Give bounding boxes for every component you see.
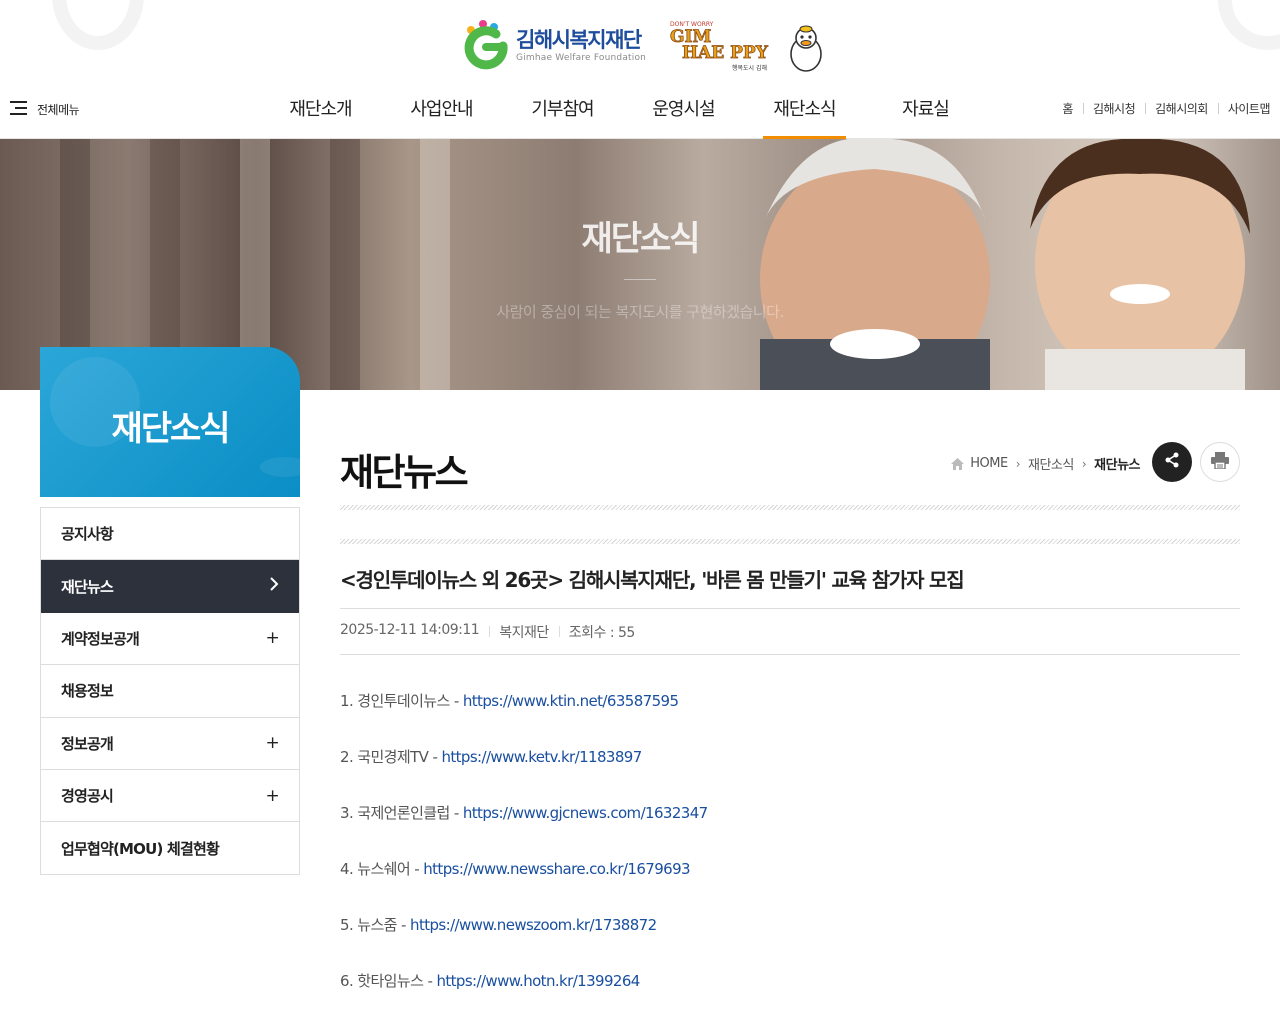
duck-mascot-icon [790, 25, 822, 72]
brand-main-text-2: HAE PPY [682, 43, 769, 63]
hatch-divider [340, 539, 1240, 544]
gnb-item-donation[interactable]: 기부참여 [502, 90, 623, 139]
list-item: 5. 뉴스줌 - https://www.newszoom.kr/1738872 [340, 914, 708, 970]
share-icon [1164, 452, 1180, 472]
share-button[interactable] [1152, 442, 1192, 482]
divider [340, 654, 1240, 655]
site-header: 김해시복지재단 Gimhae Welfare Foundation DON'T … [0, 0, 1280, 139]
news-outlet: 6. 핫타임뉴스 - [340, 972, 437, 990]
side-menu-label: 계약정보공개 [61, 629, 140, 648]
chevron-right-icon: › [1015, 456, 1021, 471]
side-navigation: 재단소식 공지사항 재단뉴스 계약정보공개 + 채용정보 정보공개 + 경영공시 + … [40, 347, 300, 875]
news-outlet: 2. 국민경제TV - [340, 748, 442, 766]
breadcrumb: HOME › 재단소식 › 재단뉴스 [951, 454, 1140, 473]
side-menu-label: 공지사항 [61, 525, 114, 544]
all-menu-button[interactable]: 전체메뉴 [10, 100, 80, 119]
util-cityhall-link[interactable]: 김해시청 [1082, 100, 1145, 117]
util-home-link[interactable]: 홈 [1052, 100, 1083, 117]
news-link[interactable]: https://www.ketv.kr/1183897 [441, 748, 642, 766]
print-button[interactable] [1200, 442, 1240, 482]
banner-subtitle: 사람이 중심이 되는 복지도시를 구현하겠습니다. [496, 303, 784, 321]
banner-divider [624, 279, 656, 280]
divider [340, 608, 1240, 609]
side-menu-disclosure[interactable]: 정보공개 + [41, 717, 299, 770]
news-outlet: 3. 국제언론인클럽 - [340, 804, 463, 822]
side-menu-label: 정보공개 [61, 734, 114, 753]
list-item: 4. 뉴스쉐어 - https://www.newsshare.co.kr/16… [340, 858, 708, 914]
plus-icon: + [265, 628, 280, 649]
list-item: 6. 핫타임뉴스 - https://www.hotn.kr/1399264 [340, 970, 708, 1026]
post-author: 복지재단 [489, 622, 559, 642]
side-menu-list: 공지사항 재단뉴스 계약정보공개 + 채용정보 정보공개 + 경영공시 + 업무협약(… [40, 507, 300, 875]
news-link[interactable]: https://www.hotn.kr/1399264 [436, 972, 640, 990]
util-council-link[interactable]: 김해시의회 [1145, 100, 1218, 117]
breadcrumb-current: 재단뉴스 [1094, 458, 1140, 473]
side-menu-news[interactable]: 재단뉴스 [41, 560, 299, 613]
banner-title: 재단소식 [581, 219, 700, 259]
brand-sub-text: 행복도시 김해 [732, 64, 767, 72]
news-link[interactable]: https://www.newsshare.co.kr/1679693 [423, 860, 690, 878]
side-menu-recruit[interactable]: 채용정보 [41, 665, 299, 718]
side-menu-notice[interactable]: 공지사항 [41, 508, 299, 561]
logo-english-text: Gimhae Welfare Foundation [516, 52, 647, 63]
news-outlet: 4. 뉴스쉐어 - [340, 860, 424, 878]
post-views: 조회수 : 55 [558, 622, 645, 642]
gimhaeppy-brand-logo: DON'T WORRY GIM HAE PPY 행복도시 김해 [668, 18, 828, 74]
post-body: 1. 경인투데이뉴스 - https://www.ktin.net/635875… [340, 690, 708, 1026]
news-outlet: 5. 뉴스줌 - [340, 916, 411, 934]
chevron-right-icon: › [1081, 456, 1087, 471]
side-menu-contract-info[interactable]: 계약정보공개 + [41, 612, 299, 666]
hamburger-icon [10, 100, 27, 119]
list-item: 2. 국민경제TV - https://www.ketv.kr/1183897 [340, 746, 708, 802]
home-icon [951, 457, 965, 470]
logo-g-icon [456, 16, 514, 74]
plus-icon: + [265, 785, 280, 806]
list-item: 3. 국제언론인클럽 - https://www.gjcnews.com/163… [340, 802, 708, 858]
gnb-item-about[interactable]: 재단소개 [260, 90, 381, 139]
side-menu-label: 채용정보 [61, 682, 114, 701]
post-title: <경인투데이뉴스 외 26곳> 김해시복지재단, '바른 몸 만들기' 교육 참… [340, 568, 965, 592]
side-menu-management[interactable]: 경영공시 + [41, 769, 299, 823]
watermark-left [52, 0, 144, 50]
foundation-logo[interactable]: 김해시복지재단 Gimhae Welfare Foundation [456, 16, 646, 74]
utility-links: 홈 김해시청 김해시의회 사이트맵 [1052, 100, 1270, 117]
news-link[interactable]: https://www.ktin.net/63587595 [463, 692, 679, 710]
news-link[interactable]: https://www.gjcnews.com/1632347 [463, 804, 708, 822]
printer-icon [1211, 451, 1229, 473]
post-date: 2025-12-11 14:09:11 [340, 622, 480, 638]
page-title: 재단뉴스 [340, 451, 469, 494]
chevron-right-icon [269, 576, 279, 596]
side-navigation-header: 재단소식 [40, 347, 300, 497]
side-menu-mou[interactable]: 업무협약(MOU) 체결현황 [41, 822, 299, 875]
gnb-item-business[interactable]: 사업안내 [381, 90, 502, 139]
plus-icon: + [265, 733, 280, 754]
main-navigation: 재단소개 사업안내 기부참여 운영시설 재단소식 자료실 [260, 90, 986, 139]
list-item: 1. 경인투데이뉴스 - https://www.ktin.net/635875… [340, 690, 708, 746]
side-menu-label: 경영공시 [61, 787, 114, 806]
post-meta: 2025-12-11 14:09:11 복지재단 조회수 : 55 [340, 622, 645, 642]
breadcrumb-home[interactable]: HOME [970, 456, 1008, 471]
news-outlet: 1. 경인투데이뉴스 - [340, 692, 463, 710]
photo-people [745, 139, 1280, 390]
side-menu-label: 업무협약(MOU) 체결현황 [61, 839, 220, 858]
watermark-right [1218, 0, 1280, 50]
util-sitemap-link[interactable]: 사이트맵 [1217, 100, 1271, 117]
side-navigation-title: 재단소식 [111, 409, 230, 449]
gnb-item-archive[interactable]: 자료실 [865, 90, 986, 139]
news-link[interactable]: https://www.newszoom.kr/1738872 [410, 916, 657, 934]
side-menu-label: 재단뉴스 [61, 577, 114, 596]
breadcrumb-category[interactable]: 재단소식 [1028, 454, 1074, 473]
all-menu-label: 전체메뉴 [37, 103, 80, 117]
hatch-divider [340, 505, 1240, 510]
gnb-item-facilities[interactable]: 운영시설 [623, 90, 744, 139]
gnb-item-news[interactable]: 재단소식 [744, 90, 865, 139]
logo-korean-text: 김해시복지재단 [516, 27, 642, 52]
